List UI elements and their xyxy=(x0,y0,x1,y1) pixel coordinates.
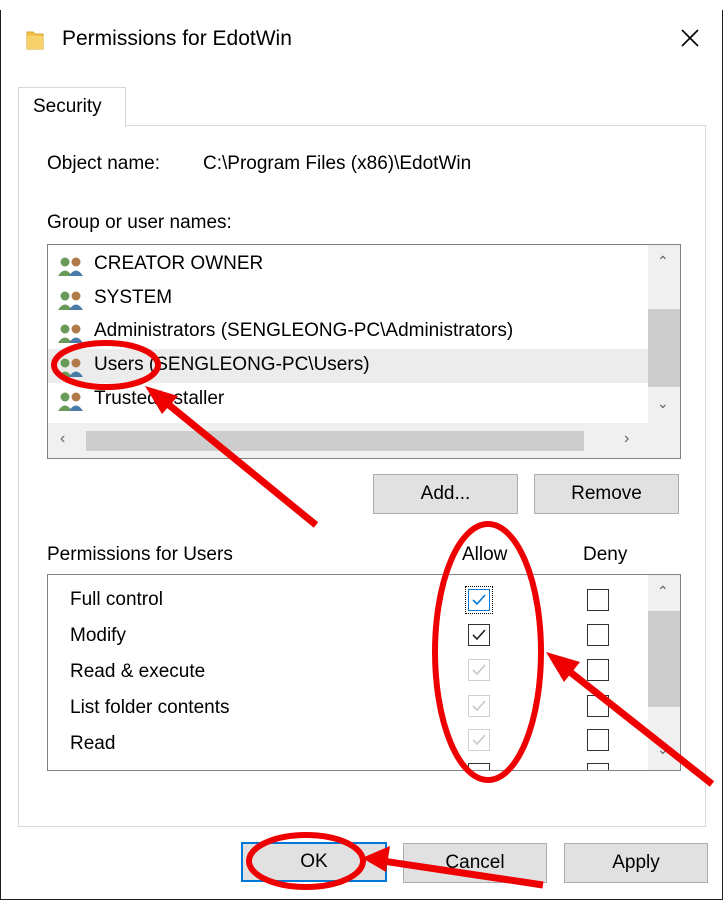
scroll-down-icon[interactable]: ⌄ xyxy=(657,741,669,758)
deny-checkbox-read-execute[interactable] xyxy=(587,659,609,681)
permission-row-read: Read xyxy=(48,727,648,763)
group-list-vertical-scrollbar[interactable]: ⌃ ⌄ xyxy=(648,245,680,423)
check-icon xyxy=(472,629,486,641)
group-list-horizontal-scrollbar[interactable]: ‹ › xyxy=(48,423,680,458)
deny-checkbox-partial[interactable] xyxy=(587,763,609,770)
users-icon xyxy=(58,257,83,276)
users-icon xyxy=(58,324,83,343)
permission-label: Modify xyxy=(70,625,126,646)
group-item-label: Users (SENGLEONG-PC\Users) xyxy=(94,354,370,375)
deny-checkbox-full-control[interactable] xyxy=(587,589,609,611)
check-icon xyxy=(472,700,486,712)
permission-row-list-folder-contents: List folder contents xyxy=(48,691,648,727)
object-name-label: Object name: xyxy=(47,153,160,174)
check-icon xyxy=(472,664,486,676)
window-title: Permissions for EdotWin xyxy=(62,27,292,50)
permission-label: Read xyxy=(70,733,116,754)
permissions-label: Permissions for Users xyxy=(47,544,233,565)
allow-checkbox-modify[interactable] xyxy=(468,624,490,646)
group-list-label: Group or user names: xyxy=(47,212,232,233)
permission-row-read-execute: Read & execute xyxy=(48,655,648,691)
remove-button[interactable]: Remove xyxy=(534,474,679,514)
group-item-label: SYSTEM xyxy=(94,287,173,308)
group-item-label: TrustedInstaller xyxy=(94,388,225,409)
close-icon xyxy=(681,29,699,47)
scroll-down-icon[interactable]: ⌄ xyxy=(657,395,669,412)
scroll-up-icon[interactable]: ⌃ xyxy=(657,583,669,600)
object-name-value: C:\Program Files (x86)\EdotWin xyxy=(203,153,472,174)
permission-label: Read & execute xyxy=(70,661,206,682)
deny-checkbox-list-folder-contents[interactable] xyxy=(587,695,609,717)
permission-row-full-control: Full control xyxy=(48,583,648,619)
scroll-thumb[interactable] xyxy=(648,309,680,387)
allow-checkbox-read-execute xyxy=(468,659,490,681)
users-icon xyxy=(58,392,83,411)
permission-label: Full control xyxy=(70,589,163,610)
permissions-vertical-scrollbar[interactable]: ⌃ ⌄ xyxy=(648,575,680,770)
users-icon xyxy=(58,358,83,377)
scroll-left-icon[interactable]: ‹ xyxy=(60,430,65,448)
allow-checkbox-read xyxy=(468,729,490,751)
add-button[interactable]: Add... xyxy=(373,474,518,514)
group-item-label: Administrators (SENGLEONG-PC\Administrat… xyxy=(94,320,514,341)
deny-checkbox-read[interactable] xyxy=(587,729,609,751)
allow-column-header: Allow xyxy=(462,544,508,565)
top-strip xyxy=(0,0,723,10)
group-item-creator-owner[interactable]: CREATOR OWNER xyxy=(48,248,648,282)
allow-checkbox-list-folder-contents xyxy=(468,695,490,717)
folder-icon xyxy=(26,31,44,50)
group-item-label: CREATOR OWNER xyxy=(94,253,264,274)
scroll-right-icon[interactable]: › xyxy=(624,430,629,448)
allow-checkbox-full-control[interactable] xyxy=(465,586,493,614)
tab-security[interactable]: Security xyxy=(18,87,126,127)
deny-checkbox-modify[interactable] xyxy=(587,624,609,646)
scroll-thumb[interactable] xyxy=(86,431,584,451)
allow-checkbox-partial[interactable] xyxy=(468,763,490,770)
group-user-list[interactable]: CREATOR OWNER SYSTEM Administrators (SEN… xyxy=(47,244,681,459)
group-item-system[interactable]: SYSTEM xyxy=(48,282,648,316)
ok-button[interactable]: OK xyxy=(241,842,387,882)
tab-label: Security xyxy=(33,96,102,117)
scroll-up-icon[interactable]: ⌃ xyxy=(657,253,669,270)
check-icon xyxy=(472,734,486,746)
apply-button[interactable]: Apply xyxy=(564,843,708,883)
permission-row-modify: Modify xyxy=(48,619,648,655)
users-icon xyxy=(58,291,83,310)
scroll-thumb[interactable] xyxy=(648,611,680,707)
group-item-users[interactable]: Users (SENGLEONG-PC\Users) xyxy=(48,349,648,383)
close-button[interactable] xyxy=(670,18,710,58)
cancel-button[interactable]: Cancel xyxy=(403,843,547,883)
group-item-trustedinstaller[interactable]: TrustedInstaller xyxy=(48,383,648,417)
permission-label: List folder contents xyxy=(70,697,230,718)
check-icon xyxy=(472,594,486,606)
group-item-administrators[interactable]: Administrators (SENGLEONG-PC\Administrat… xyxy=(48,315,648,349)
permissions-list: Full control Modify Read & execute List … xyxy=(47,574,681,771)
deny-column-header: Deny xyxy=(583,544,628,565)
